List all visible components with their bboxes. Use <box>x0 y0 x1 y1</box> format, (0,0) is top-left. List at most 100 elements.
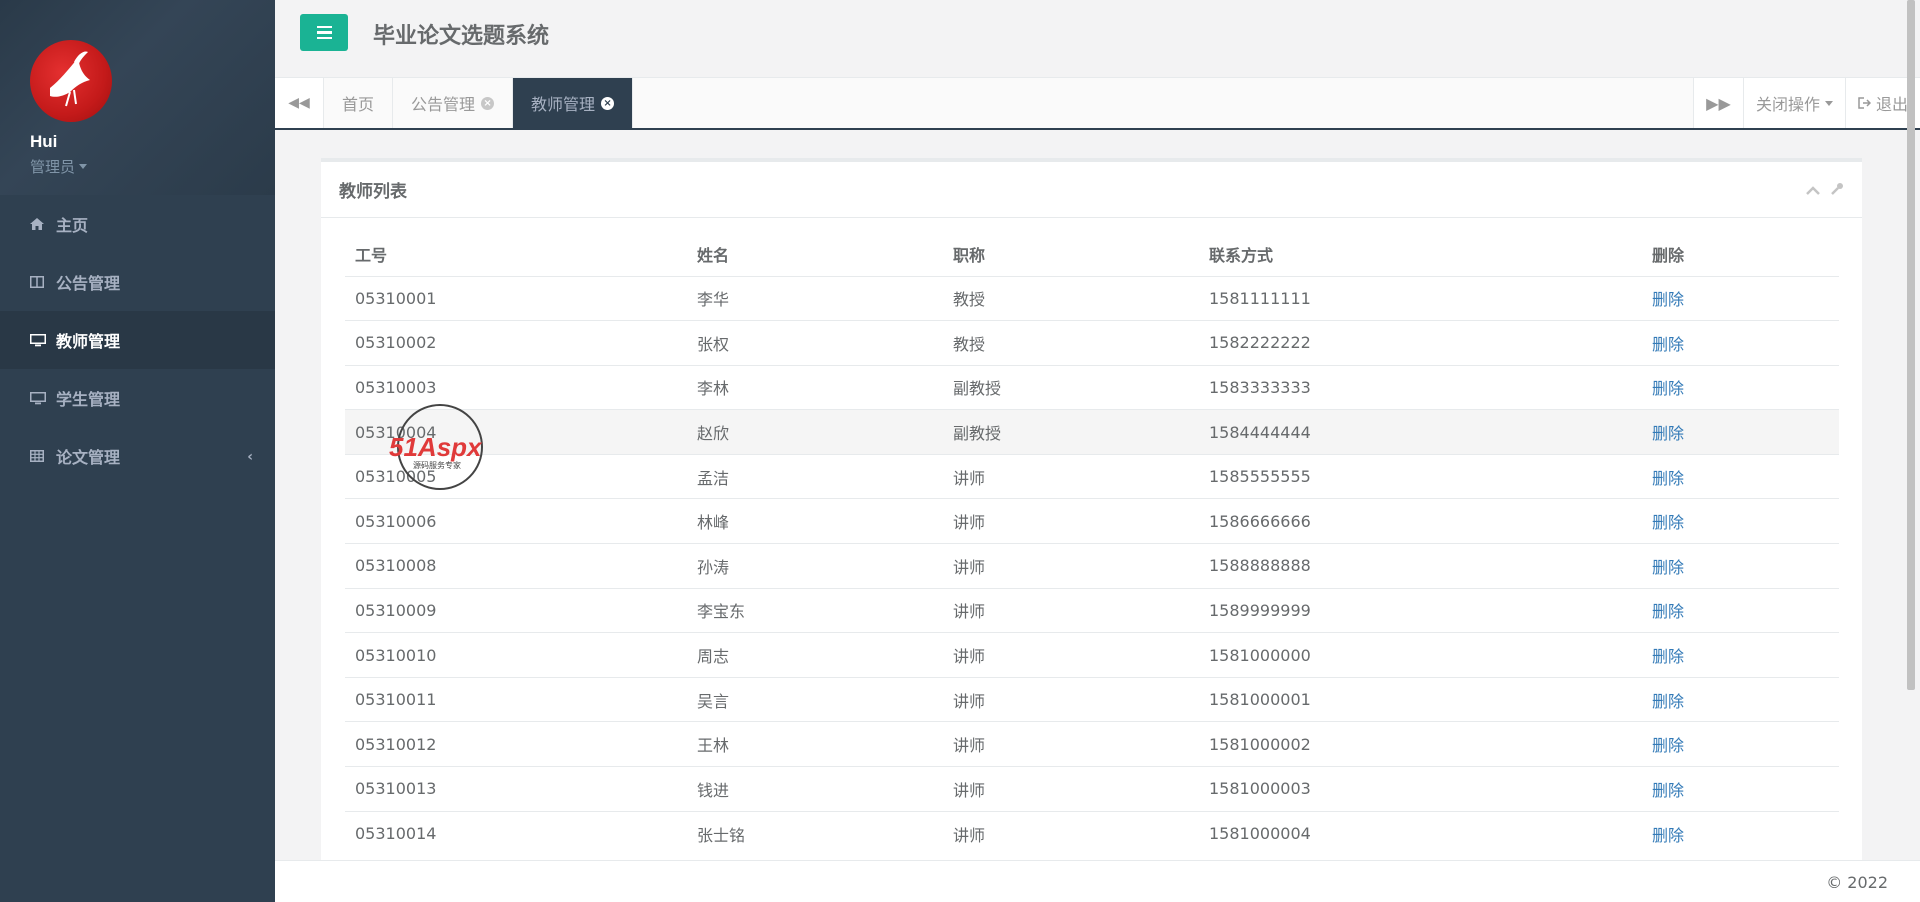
column-header: 删除 <box>1642 232 1839 277</box>
sidebar-item-teachers[interactable]: 教师管理 <box>0 311 275 369</box>
employee-id-cell: 05310013 <box>345 766 687 812</box>
title-cell: 教授 <box>943 320 1199 366</box>
tab-label: 公告管理 <box>411 95 476 114</box>
sidebar-item-label: 主页 <box>56 216 89 235</box>
content-area: 教师列表 工号 姓名 职称 联系方式 删除 05310001 李华 教授 158… <box>275 132 1920 860</box>
page-scrollbar[interactable] <box>1907 0 1915 690</box>
name-cell: 李林 <box>687 364 943 410</box>
desktop-icon <box>30 333 48 347</box>
delete-link[interactable]: 删除 <box>1652 558 1684 577</box>
table-row: 05310006 林峰 讲师 1586666666 删除 <box>345 498 1839 544</box>
tab-bar: ◀◀ 首页 公告管理 × 教师管理 × ▶▶ 关闭操作 退出 <box>275 78 1920 130</box>
sidebar-item-label: 论文管理 <box>56 448 121 467</box>
delete-cell: 删除 <box>1642 810 1839 856</box>
column-header: 联系方式 <box>1199 232 1642 277</box>
title-cell: 讲师 <box>943 453 1199 499</box>
employee-id-cell: 05310011 <box>345 676 687 722</box>
delete-link[interactable]: 删除 <box>1652 781 1684 800</box>
title-cell: 讲师 <box>943 587 1199 633</box>
delete-link[interactable]: 删除 <box>1652 736 1684 755</box>
double-chevron-left-icon: ◀◀ <box>288 95 310 111</box>
double-chevron-right-icon: ▶▶ <box>1706 93 1731 113</box>
sidebar-item-label: 公告管理 <box>56 274 121 293</box>
profile-role-dropdown[interactable]: 管理员 <box>30 156 275 177</box>
title-cell: 讲师 <box>943 632 1199 678</box>
delete-cell: 删除 <box>1642 632 1839 678</box>
table-row: 05310004 赵欣 副教授 1584444444 删除 <box>345 409 1839 455</box>
teacher-list-panel: 教师列表 工号 姓名 职称 联系方式 删除 05310001 李华 教授 158… <box>321 158 1862 860</box>
delete-link[interactable]: 删除 <box>1652 826 1684 845</box>
delete-link[interactable]: 删除 <box>1652 602 1684 621</box>
contact-cell: 1585555555 <box>1199 453 1642 499</box>
sidebar-nav: 主页 公告管理 教师管理 学生管理 论文管理 ‹ <box>0 195 275 485</box>
delete-link[interactable]: 删除 <box>1652 469 1684 488</box>
sidebar-item-students[interactable]: 学生管理 <box>0 369 275 427</box>
employee-id-cell: 05310014 <box>345 810 687 856</box>
logout-label: 退出 <box>1875 95 1908 114</box>
delete-cell: 删除 <box>1642 587 1839 633</box>
contact-cell: 1581000001 <box>1199 676 1642 722</box>
tab-label: 教师管理 <box>531 95 596 114</box>
profile-name: Hui <box>30 132 58 151</box>
table-row: 05310010 周志 讲师 1581000000 删除 <box>345 632 1839 678</box>
chevron-down-icon <box>79 164 88 169</box>
sidebar-item-home[interactable]: 主页 <box>0 195 275 253</box>
avatar[interactable] <box>30 40 112 122</box>
table-row: 05310014 张士铭 讲师 1581000004 删除 <box>345 810 1839 856</box>
name-cell: 钱进 <box>687 766 943 812</box>
employee-id-cell: 05310003 <box>345 364 687 410</box>
sidebar-item-theses[interactable]: 论文管理 ‹ <box>0 427 275 485</box>
delete-cell: 删除 <box>1642 543 1839 589</box>
footer: © 2022 <box>275 860 1920 902</box>
chevron-down-icon <box>1824 100 1833 106</box>
delete-cell: 删除 <box>1642 766 1839 812</box>
chevron-up-icon[interactable] <box>1806 184 1820 199</box>
columns-icon <box>30 275 48 289</box>
delete-link[interactable]: 删除 <box>1652 513 1684 532</box>
contact-cell: 1581000000 <box>1199 632 1642 678</box>
title-cell: 讲师 <box>943 766 1199 812</box>
tab-announcements[interactable]: 公告管理 × <box>393 78 514 128</box>
tab-scroll-left-button[interactable]: ◀◀ <box>275 78 324 128</box>
page-title: 毕业论文选题系统 <box>373 24 550 49</box>
table-body: 05310001 李华 教授 1581111111 删除 05310002 张权 教授 1582… <box>345 275 1839 856</box>
title-cell: 教授 <box>943 275 1199 321</box>
tab-teachers[interactable]: 教师管理 × <box>513 78 634 128</box>
contact-cell: 1584444444 <box>1199 409 1642 455</box>
delete-cell: 删除 <box>1642 320 1839 366</box>
name-cell: 林峰 <box>687 498 943 544</box>
title-cell: 副教授 <box>943 409 1199 455</box>
panel-title: 教师列表 <box>339 182 407 202</box>
name-cell: 孟洁 <box>687 453 943 499</box>
delete-link[interactable]: 删除 <box>1652 692 1684 711</box>
tab-scroll-right-button[interactable]: ▶▶ <box>1692 78 1743 128</box>
column-header: 姓名 <box>687 232 943 277</box>
table-row: 05310002 张权 教授 1582222222 删除 <box>345 320 1839 366</box>
delete-link[interactable]: 删除 <box>1652 290 1684 309</box>
delete-link[interactable]: 删除 <box>1652 335 1684 354</box>
delete-cell: 删除 <box>1642 498 1839 544</box>
table-row: 05310009 李宝东 讲师 1589999999 删除 <box>345 587 1839 633</box>
teacher-table: 工号 姓名 职称 联系方式 删除 05310001 李华 教授 1581111111 删… <box>345 232 1839 856</box>
title-cell: 讲师 <box>943 810 1199 856</box>
table-icon <box>30 449 48 463</box>
close-operations-dropdown[interactable]: 关闭操作 <box>1742 78 1845 128</box>
column-header: 职称 <box>943 232 1199 277</box>
delete-link[interactable]: 删除 <box>1652 379 1684 398</box>
contact-cell: 1581000004 <box>1199 810 1642 856</box>
menu-toggle-button[interactable] <box>300 14 348 51</box>
chevron-left-icon: ‹ <box>247 449 253 465</box>
home-icon <box>30 217 48 231</box>
delete-link[interactable]: 删除 <box>1652 424 1684 443</box>
name-cell: 张士铭 <box>687 810 943 856</box>
delete-cell: 删除 <box>1642 453 1839 499</box>
delete-link[interactable]: 删除 <box>1652 647 1684 666</box>
wrench-icon[interactable] <box>1830 182 1844 200</box>
panel-tools <box>1806 182 1844 200</box>
profile-panel: Hui 管理员 <box>0 0 275 195</box>
employee-id-cell: 05310004 <box>345 409 687 455</box>
sidebar-item-announcements[interactable]: 公告管理 <box>0 253 275 311</box>
close-icon[interactable]: × <box>601 96 615 110</box>
close-icon[interactable]: × <box>481 96 495 110</box>
tab-home[interactable]: 首页 <box>324 78 394 128</box>
